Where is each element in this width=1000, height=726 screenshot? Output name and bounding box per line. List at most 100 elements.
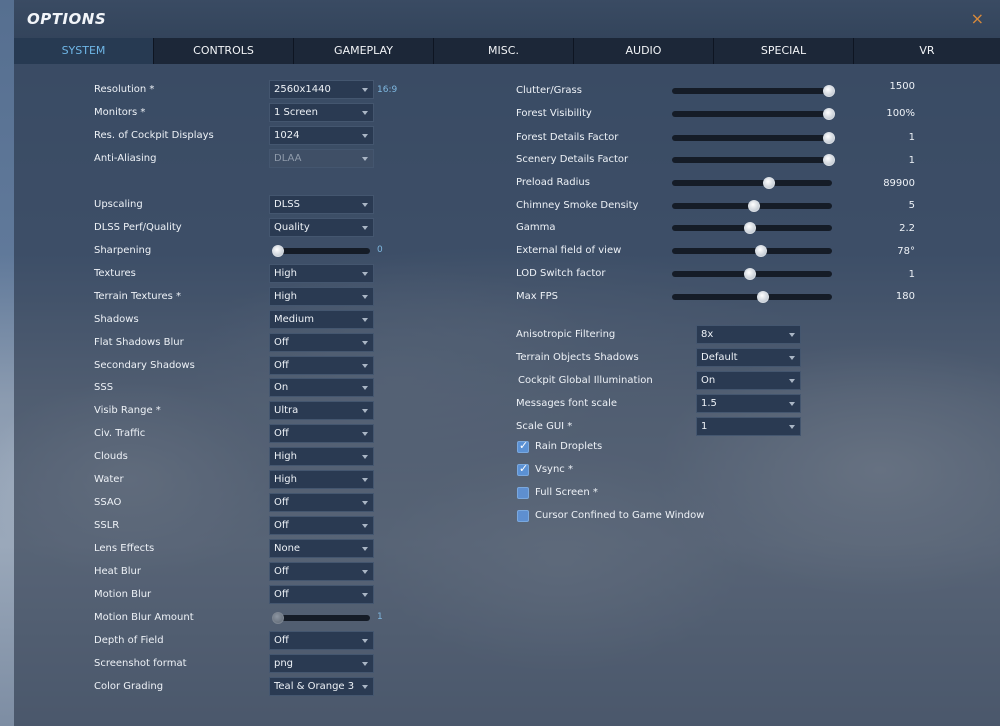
close-icon[interactable]: ×: [971, 9, 984, 28]
gamma-readout: 2.2: [899, 223, 915, 234]
tab-vr[interactable]: VR: [854, 38, 1000, 64]
scale-gui-dropdown[interactable]: 1: [696, 417, 801, 436]
slider-handle[interactable]: [823, 108, 835, 120]
scenery-details-label: Scenery Details Factor: [516, 154, 629, 165]
sharpening-slider[interactable]: [272, 245, 370, 257]
scenery-details-slider[interactable]: [672, 154, 835, 166]
tab-special[interactable]: SPECIAL: [714, 38, 854, 64]
lens-effects-dropdown[interactable]: None: [269, 539, 374, 558]
messages-font-scale-value: 1.5: [701, 398, 717, 409]
textures-dropdown[interactable]: High: [269, 264, 374, 283]
slider-handle[interactable]: [272, 245, 284, 257]
cockpit-gi-dropdown[interactable]: On: [696, 371, 801, 390]
depth-of-field-label: Depth of Field: [94, 635, 164, 646]
heat-blur-label: Heat Blur: [94, 566, 141, 577]
tab-gameplay[interactable]: GAMEPLAY: [294, 38, 434, 64]
vsync-checkbox[interactable]: ✓: [517, 462, 529, 476]
tab-system[interactable]: SYSTEM: [14, 38, 154, 64]
forest-details-slider[interactable]: [672, 132, 835, 144]
dlss-quality-dropdown[interactable]: Quality: [269, 218, 374, 237]
secondary-shadows-value: Off: [274, 360, 289, 371]
motion-blur-dropdown[interactable]: Off: [269, 585, 374, 604]
preload-radius-slider[interactable]: [672, 177, 832, 189]
full-screen-checkbox[interactable]: [517, 487, 529, 499]
slider-handle[interactable]: [823, 85, 835, 97]
sharpening-label: Sharpening: [94, 245, 152, 256]
rain-droplets-checkbox[interactable]: ✓: [517, 439, 529, 453]
anisotropic-dropdown[interactable]: 8x: [696, 325, 801, 344]
clouds-value: High: [274, 451, 297, 462]
clutter-grass-readout: 1500: [889, 81, 915, 92]
slider-handle[interactable]: [823, 154, 835, 166]
monitors-dropdown[interactable]: 1 Screen: [269, 103, 374, 122]
civ-traffic-dropdown[interactable]: Off: [269, 424, 374, 443]
forest-visibility-slider[interactable]: [672, 108, 835, 120]
shadows-dropdown[interactable]: Medium: [269, 310, 374, 329]
sss-dropdown[interactable]: On: [269, 378, 374, 397]
resolution-label: Resolution *: [94, 84, 155, 95]
max-fps-label: Max FPS: [516, 291, 558, 302]
clouds-dropdown[interactable]: High: [269, 447, 374, 466]
ssao-value: Off: [274, 497, 289, 508]
slider-handle[interactable]: [823, 132, 835, 144]
sslr-dropdown[interactable]: Off: [269, 516, 374, 535]
cursor-confined-label[interactable]: Cursor Confined to Game Window: [535, 510, 704, 521]
cursor-confined-checkbox[interactable]: [517, 510, 529, 522]
cockpit-res-dropdown[interactable]: 1024: [269, 126, 374, 145]
chevron-down-icon: [362, 478, 368, 482]
clutter-grass-slider[interactable]: [672, 85, 835, 97]
secondary-shadows-dropdown[interactable]: Off: [269, 356, 374, 375]
external-fov-slider[interactable]: [672, 245, 832, 257]
title-bar: OPTIONS ×: [14, 0, 1000, 38]
screenshot-format-value: png: [274, 658, 294, 669]
anisotropic-label: Anisotropic Filtering: [516, 329, 616, 340]
chimney-smoke-readout: 5: [908, 200, 915, 211]
max-fps-readout: 180: [895, 291, 915, 302]
chevron-down-icon: [362, 432, 368, 436]
dlss-quality-value: Quality: [274, 222, 310, 233]
terrain-objects-shadows-dropdown[interactable]: Default: [696, 348, 801, 367]
messages-font-scale-dropdown[interactable]: 1.5: [696, 394, 801, 413]
lod-switch-slider[interactable]: [672, 268, 832, 280]
depth-of-field-dropdown[interactable]: Off: [269, 631, 374, 650]
tab-controls[interactable]: CONTROLS: [154, 38, 294, 64]
upscaling-dropdown[interactable]: DLSS: [269, 195, 374, 214]
checkmark-icon: ✓: [519, 462, 529, 475]
slider-handle[interactable]: [272, 612, 284, 624]
flat-shadows-blur-dropdown[interactable]: Off: [269, 333, 374, 352]
chevron-down-icon: [362, 455, 368, 459]
clouds-label: Clouds: [94, 451, 128, 462]
scenery-details-readout: 1: [908, 155, 915, 166]
chevron-down-icon: [362, 341, 368, 345]
motion-blur-amount-slider[interactable]: [272, 612, 370, 624]
full-screen-label[interactable]: Full Screen *: [535, 487, 598, 498]
color-grading-dropdown[interactable]: Teal & Orange 3: [269, 677, 374, 696]
slider-handle[interactable]: [755, 245, 768, 257]
chimney-smoke-slider[interactable]: [672, 200, 832, 212]
resolution-dropdown[interactable]: 2560x1440: [269, 80, 374, 99]
slider-handle[interactable]: [762, 177, 775, 189]
terrain-textures-dropdown[interactable]: High: [269, 287, 374, 306]
vsync-label[interactable]: Vsync *: [535, 464, 573, 475]
gamma-slider[interactable]: [672, 222, 832, 234]
max-fps-slider[interactable]: [672, 291, 832, 303]
water-dropdown[interactable]: High: [269, 470, 374, 489]
tab-misc[interactable]: MISC.: [434, 38, 574, 64]
ssao-dropdown[interactable]: Off: [269, 493, 374, 512]
screenshot-format-dropdown[interactable]: png: [269, 654, 374, 673]
checkmark-icon: ✓: [519, 439, 529, 452]
external-fov-readout: 78°: [897, 246, 915, 257]
chevron-down-icon: [362, 639, 368, 643]
clutter-grass-label: Clutter/Grass: [516, 85, 582, 96]
visib-range-dropdown[interactable]: Ultra: [269, 401, 374, 420]
rain-droplets-label[interactable]: Rain Droplets: [535, 441, 602, 452]
terrain-objects-shadows-label: Terrain Objects Shadows: [516, 352, 639, 363]
chevron-down-icon: [362, 593, 368, 597]
chevron-down-icon: [789, 333, 795, 337]
cockpit-res-label: Res. of Cockpit Displays: [94, 130, 214, 141]
slider-handle[interactable]: [756, 291, 769, 303]
tab-audio[interactable]: AUDIO: [574, 38, 714, 64]
slider-handle[interactable]: [747, 200, 760, 212]
heat-blur-dropdown[interactable]: Off: [269, 562, 374, 581]
chevron-down-icon: [789, 356, 795, 360]
